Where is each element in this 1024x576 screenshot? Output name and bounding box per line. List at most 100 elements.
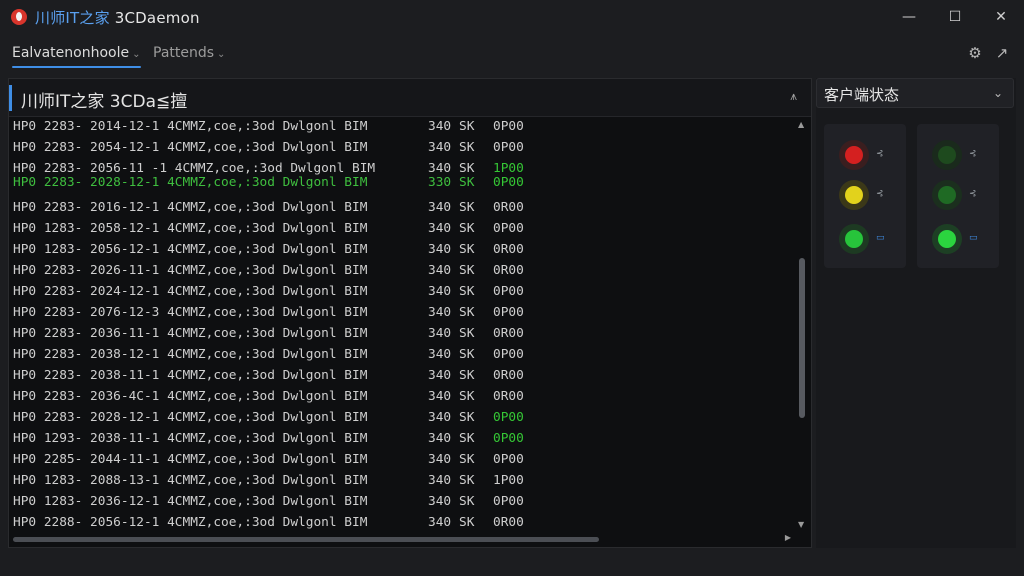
status-light-tag-icon: ▭ [969, 233, 978, 243]
status-light-icon [839, 224, 869, 254]
status-light-core [938, 146, 956, 164]
log-row-message: HP0 1283- 2056-12-1 4CMMZ,coe,:3od Dwlgo… [13, 242, 368, 257]
log-row-code: 0P00 [493, 284, 524, 299]
log-row-value-a: 340 [428, 410, 452, 425]
status-light-icon [839, 180, 869, 210]
scroll-thumb[interactable] [799, 258, 805, 418]
status-light-core [845, 186, 863, 204]
log-row-value-b: SK [459, 161, 475, 176]
log-row-message: HP0 2283- 2076-12-3 4CMMZ,coe,:3od Dwlgo… [13, 305, 368, 320]
chevron-down-icon: ⌄ [217, 49, 226, 60]
log-row-value-a: 340 [428, 494, 452, 509]
log-row-value-b: SK [459, 494, 475, 509]
log-row-value-b: SK [459, 347, 475, 362]
log-row-code: 0P00 [493, 175, 524, 190]
log-row-value-a: 340 [428, 326, 452, 341]
log-row-code: 0R00 [493, 242, 524, 257]
scroll-right-icon[interactable]: ▶ [785, 533, 791, 542]
log-panel-header: 川师IT之家 3CDa≦擅 ⩚ [9, 79, 811, 117]
log-row-code: 0P00 [493, 221, 524, 236]
log-row-value-b: SK [459, 175, 475, 190]
status-light-core [845, 230, 863, 248]
log-row-message: HP0 2283- 2038-12-1 4CMMZ,coe,:3od Dwlgo… [13, 347, 368, 362]
log-row-value-a: 340 [428, 389, 452, 404]
log-row-message: HP0 2283- 2028-12-1 4CMMZ,coe,:3od Dwlgo… [13, 410, 368, 425]
status-light-icon [932, 180, 962, 210]
status-light-core [845, 146, 863, 164]
tab-main-label: Ealvatenonhoole [12, 45, 130, 61]
log-row-code: 0R00 [493, 200, 524, 215]
log-row-message: HP0 2283- 2036-4C-1 4CMMZ,coe,:3od Dwlgo… [13, 389, 368, 404]
log-row-value-b: SK [459, 140, 475, 155]
log-row-value-a: 340 [428, 347, 452, 362]
client-status-dropdown[interactable]: 客户端状态 ⌄ [816, 78, 1014, 108]
log-list[interactable]: HP0 2283- 2014-12-1 4CMMZ,coe,:3od Dwlgo… [9, 118, 793, 533]
tab-main[interactable]: Ealvatenonhoole ⌄ [12, 45, 141, 68]
log-row-value-b: SK [459, 284, 475, 299]
log-row-value-b: SK [459, 452, 475, 467]
log-row-message: HP0 2283- 2024-12-1 4CMMZ,coe,:3od Dwlgo… [13, 284, 368, 299]
vertical-scrollbar[interactable]: ▲ ▼ [793, 118, 811, 533]
log-row-value-a: 340 [428, 515, 452, 530]
log-row-value-a: 340 [428, 284, 452, 299]
log-panel-title: 川师IT之家 3CDa≦擅 [21, 92, 188, 112]
settings-icon[interactable]: ⚙ [966, 44, 984, 62]
log-row-value-b: SK [459, 263, 475, 278]
log-row-code: 0R00 [493, 326, 524, 341]
log-row-message: HP0 2283- 2028-12-1 4CMMZ,coe,:3od Dwlgo… [13, 175, 368, 190]
window-controls: — ☐ ✕ [886, 0, 1024, 34]
chevron-down-icon: ⌄ [132, 49, 141, 60]
log-row-message: HP0 2283- 2054-12-1 4CMMZ,coe,:3od Dwlgo… [13, 140, 368, 155]
log-row-value-b: SK [459, 473, 475, 488]
horizontal-scrollbar[interactable]: ▶ [9, 531, 811, 547]
client-status-dropdown-label: 客户端状态 [824, 86, 900, 104]
tab-pattends[interactable]: Pattends ⌄ [153, 45, 225, 61]
log-row-code: 0R00 [493, 515, 524, 530]
log-row-code: 0P00 [493, 347, 524, 362]
log-row-code: 0R00 [493, 389, 524, 404]
status-light-tag-icon: ⊰ [969, 149, 977, 159]
log-row-value-b: SK [459, 119, 475, 134]
log-row-message: HP0 2283- 2038-11-1 4CMMZ,coe,:3od Dwlgo… [13, 368, 368, 383]
log-row-message: HP0 2288- 2056-12-1 4CMMZ,coe,:3od Dwlgo… [13, 515, 368, 530]
window-title: 川师IT之家 3CDaemon [35, 7, 200, 28]
minimize-icon[interactable]: — [886, 0, 932, 34]
log-row-code: 0P00 [493, 452, 524, 467]
log-row-message: HP0 1283- 2058-12-1 4CMMZ,coe,:3od Dwlgo… [13, 221, 368, 236]
log-row-code: 0P00 [493, 140, 524, 155]
log-row-message: HP0 2283- 2026-11-1 4CMMZ,coe,:3od Dwlgo… [13, 263, 368, 278]
toolbar: Ealvatenonhoole ⌄ Pattends ⌄ ⚙ ↗ [0, 34, 1024, 76]
title-bar: 川师IT之家 3CDaemon — ☐ ✕ [0, 0, 1024, 34]
window-app-name: 3CDaemon [114, 8, 200, 27]
log-row-value-a: 330 [428, 175, 452, 190]
expand-icon[interactable]: ↗ [993, 44, 1011, 62]
log-row-code: 0P00 [493, 494, 524, 509]
status-light-tag-icon: ▭ [876, 233, 885, 243]
status-light-core [938, 230, 956, 248]
log-row-value-b: SK [459, 242, 475, 257]
maximize-icon[interactable]: ☐ [932, 0, 978, 34]
h-scroll-thumb[interactable] [13, 537, 599, 542]
scroll-up-icon[interactable]: ▲ [798, 120, 804, 129]
log-row-message: HP0 2283- 2056-11 -1 4CMMZ,coe,:3od Dwlg… [13, 161, 376, 176]
log-row-message: HP0 1293- 2038-11-1 4CMMZ,coe,:3od Dwlgo… [13, 431, 368, 446]
log-row-message: HP0 2283- 2016-12-1 4CMMZ,coe,:3od Dwlgo… [13, 200, 368, 215]
collapse-icon[interactable]: ⩚ [790, 89, 797, 104]
log-row-value-b: SK [459, 389, 475, 404]
log-row-value-a: 340 [428, 119, 452, 134]
close-icon[interactable]: ✕ [978, 0, 1024, 34]
status-light-icon [839, 140, 869, 170]
log-row-value-b: SK [459, 200, 475, 215]
log-row-value-a: 340 [428, 452, 452, 467]
log-row-value-a: 340 [428, 473, 452, 488]
window-brand: 川师IT之家 [35, 8, 110, 27]
tab-pattends-label: Pattends [153, 45, 215, 61]
log-row-code: 0P00 [493, 119, 524, 134]
status-light-icon [932, 140, 962, 170]
log-row-value-b: SK [459, 305, 475, 320]
status-light-core [938, 186, 956, 204]
scroll-down-icon[interactable]: ▼ [798, 520, 804, 529]
log-row-message: HP0 2283- 2014-12-1 4CMMZ,coe,:3od Dwlgo… [13, 119, 368, 134]
log-row-message: HP0 1283- 2036-12-1 4CMMZ,coe,:3od Dwlgo… [13, 494, 368, 509]
status-light-tag-icon: ⊰ [876, 189, 884, 199]
